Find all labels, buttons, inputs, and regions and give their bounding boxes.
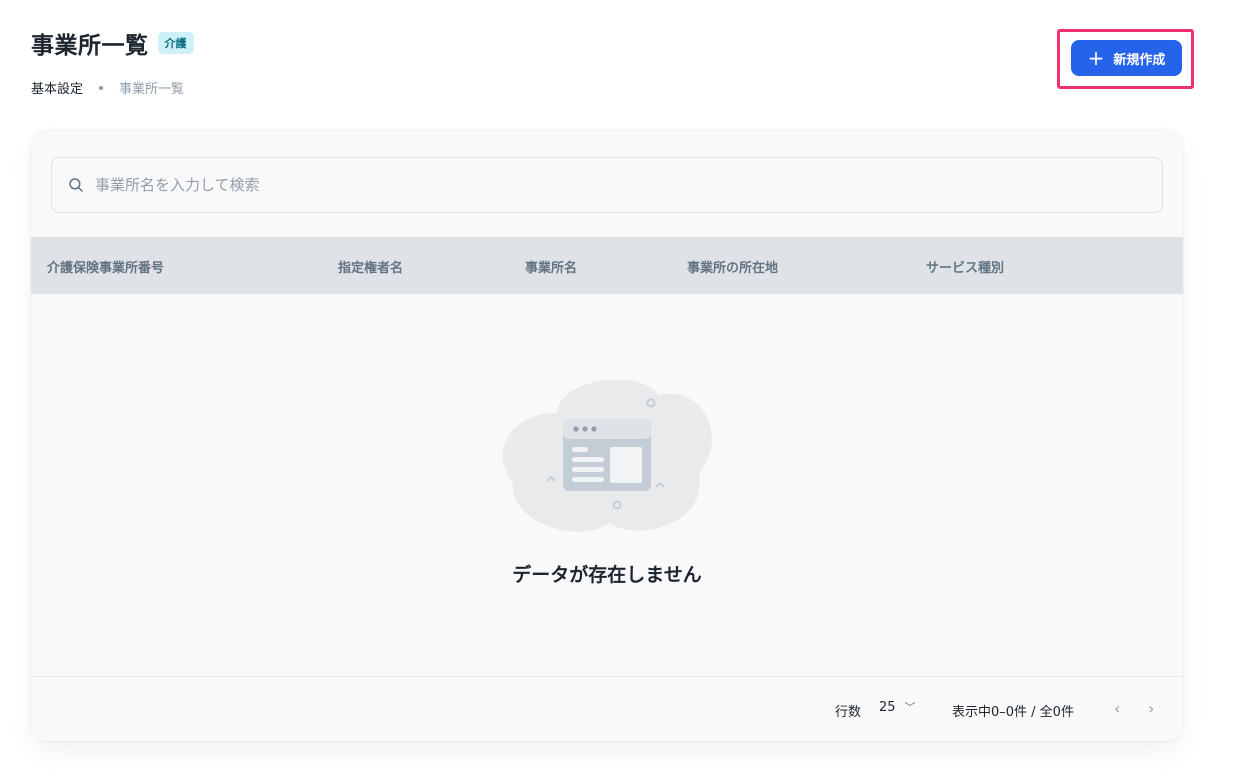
breadcrumb: 基本設定 事業所一覧	[31, 78, 194, 97]
page-header: 事業所一覧 介護 基本設定 事業所一覧	[31, 26, 194, 97]
column-header-insurance-number[interactable]: 介護保険事業所番号	[47, 257, 164, 276]
search-input[interactable]	[93, 175, 1097, 195]
rows-per-page-value: 25	[879, 699, 896, 715]
pagination-range: 表示中0–0件 / 全0件	[952, 705, 1074, 720]
rows-per-page-label: 行数	[835, 705, 862, 720]
category-badge: 介護	[157, 32, 194, 54]
empty-data-illustration	[502, 379, 713, 532]
column-header-designator-name[interactable]: 指定権者名	[338, 257, 403, 276]
search-icon	[69, 178, 83, 192]
breadcrumb-separator	[99, 85, 104, 90]
table-header: 介護保険事業所番号 指定権者名 事業所名 事業所の所在地 サービス種別	[31, 237, 1183, 294]
breadcrumb-item-current: 事業所一覧	[119, 82, 185, 97]
plus-icon: +	[1087, 46, 1105, 70]
chevron-right-icon[interactable]: ›	[1148, 699, 1154, 718]
breadcrumb-item-basic-settings[interactable]: 基本設定	[31, 78, 83, 97]
title-row: 事業所一覧 介護	[31, 26, 194, 60]
create-new-label: 新規作成	[1113, 52, 1166, 68]
search-field[interactable]	[51, 157, 1163, 213]
empty-state-message: データが存在しません	[512, 564, 702, 586]
chevron-left-icon[interactable]: ‹	[1114, 699, 1120, 718]
offices-table-card: 介護保険事業所番号 指定権者名 事業所名 事業所の所在地 サービス種別 データが…	[31, 131, 1183, 741]
rows-per-page-select[interactable]: 25 ﹀	[879, 699, 916, 715]
table-pagination: 行数 25 ﹀ 表示中0–0件 / 全0件 ‹ ›	[31, 676, 1183, 741]
create-new-button[interactable]: + 新規作成	[1071, 40, 1182, 76]
chevron-down-icon: ﹀	[904, 701, 916, 714]
column-header-office-address[interactable]: 事業所の所在地	[687, 257, 778, 276]
column-header-office-name[interactable]: 事業所名	[525, 257, 577, 276]
page-title: 事業所一覧	[31, 33, 149, 59]
column-header-service-type[interactable]: サービス種別	[926, 257, 1004, 276]
